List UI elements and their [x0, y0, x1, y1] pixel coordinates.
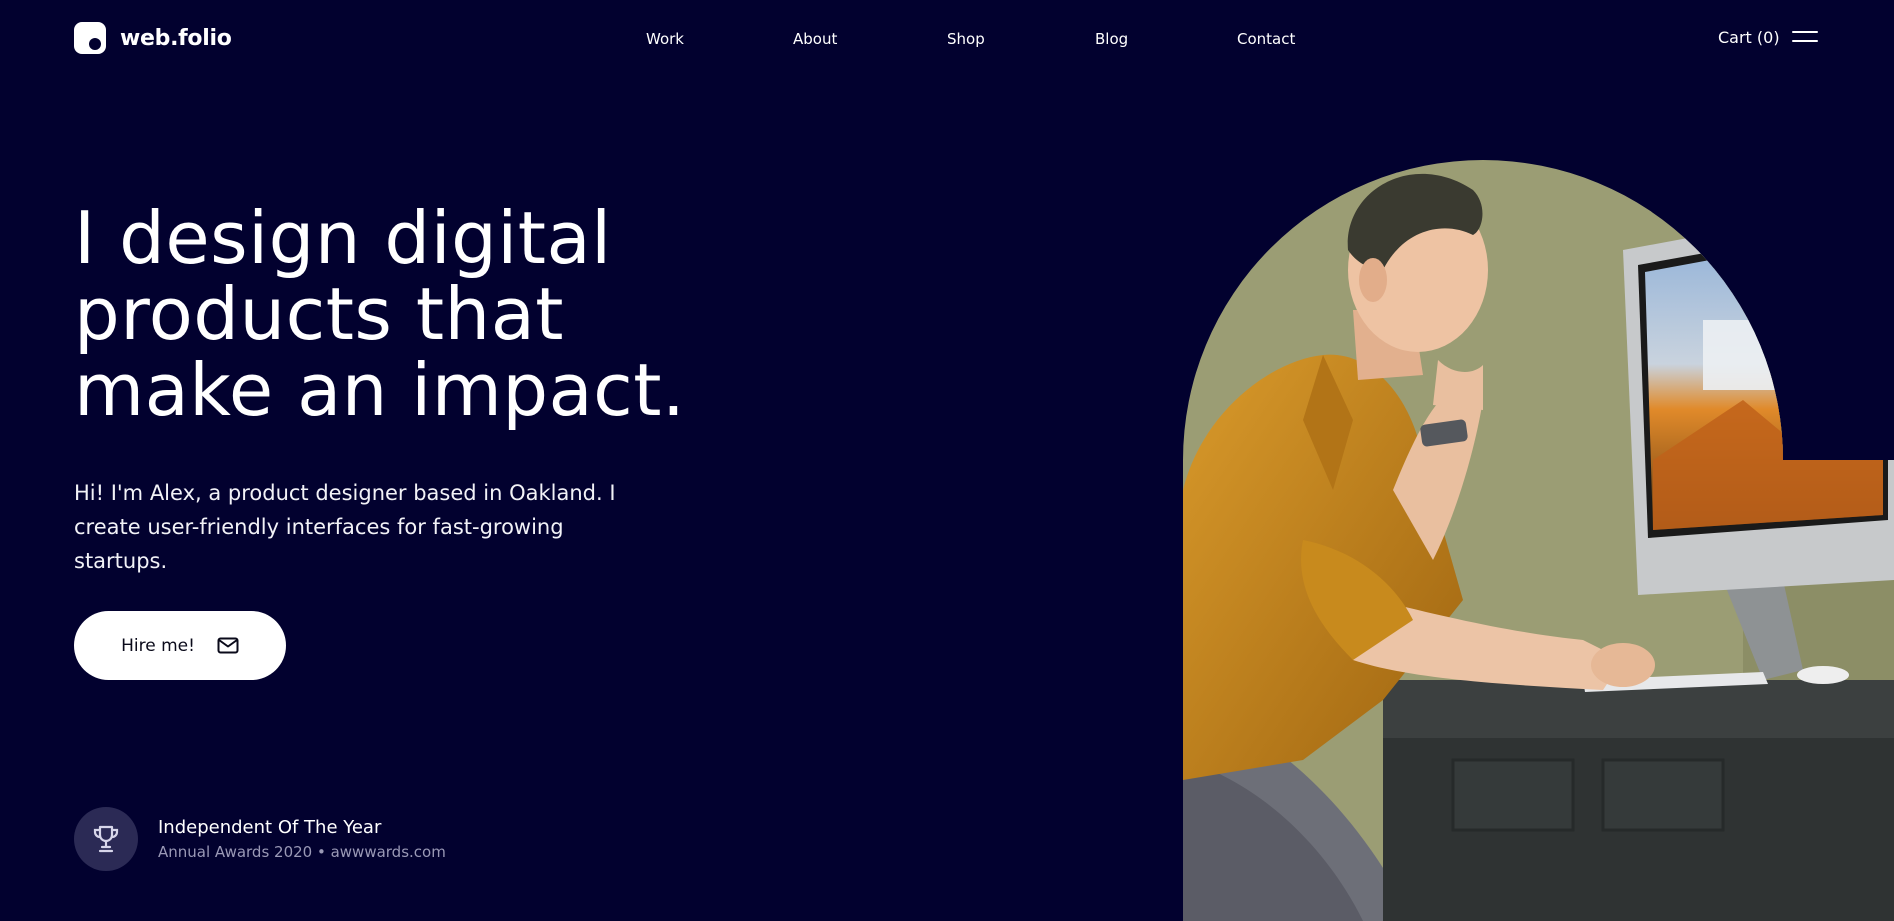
award-block: Independent Of The Year Annual Awards 20… [74, 807, 446, 871]
award-subtitle: Annual Awards 2020 • awwwards.com [158, 843, 446, 861]
brand-logo-link[interactable]: web.folio [74, 22, 232, 54]
logo-icon [74, 22, 106, 54]
nav-item-blog[interactable]: Blog [1095, 30, 1128, 48]
hero-photo [1183, 160, 1894, 921]
hire-me-label: Hire me! [121, 635, 195, 656]
headline-line: I design digital [74, 196, 612, 280]
award-text: Independent Of The Year Annual Awards 20… [158, 816, 446, 862]
award-badge [74, 807, 138, 871]
brand-name: web.folio [120, 25, 232, 51]
nav-item-contact[interactable]: Contact [1237, 30, 1295, 48]
hire-me-button[interactable]: Hire me! [74, 611, 286, 680]
hero-intro: Hi! I'm Alex, a product designer based i… [74, 481, 616, 573]
nav-item-work[interactable]: Work [646, 30, 684, 48]
site-header: web.folio Work About Shop Blog Contact C… [0, 0, 1894, 80]
trophy-icon [93, 825, 119, 853]
hero-headline: I design digital products that make an i… [74, 200, 774, 428]
award-title: Independent Of The Year [158, 817, 382, 838]
cart-link[interactable]: Cart (0) [1718, 28, 1780, 47]
envelope-icon [217, 637, 239, 654]
page: web.folio Work About Shop Blog Contact C… [0, 0, 1894, 921]
nav-item-about[interactable]: About [793, 30, 837, 48]
headline-line: products that [74, 272, 565, 356]
nav-item-shop[interactable]: Shop [947, 30, 985, 48]
hamburger-menu-icon[interactable] [1792, 31, 1818, 45]
headline-line: make an impact. [74, 348, 686, 432]
